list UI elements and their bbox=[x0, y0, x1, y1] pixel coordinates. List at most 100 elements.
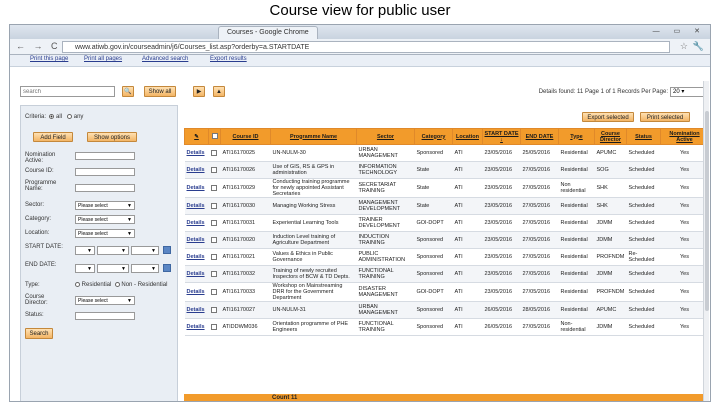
row-select[interactable] bbox=[208, 248, 221, 266]
row-checkbox[interactable] bbox=[210, 323, 217, 330]
details-link[interactable]: Details bbox=[184, 178, 209, 198]
row-select[interactable] bbox=[208, 318, 221, 336]
cell-status: Scheduled bbox=[626, 144, 661, 162]
row-select[interactable] bbox=[208, 144, 221, 162]
nomination-label: Nomination Active: bbox=[25, 152, 56, 164]
browser-tab[interactable]: Courses - Google Chrome bbox=[218, 26, 318, 39]
cell-type: Non residential bbox=[558, 178, 595, 198]
show-options-button[interactable]: Show options bbox=[87, 132, 137, 142]
cell-end-date: 27/05/2016 bbox=[520, 178, 559, 198]
search-icon[interactable]: 🔍 bbox=[122, 86, 134, 97]
url-field[interactable]: www.atiwb.gov.in/courseadmin/j6/Courses_… bbox=[62, 41, 670, 53]
header-nomination-active[interactable]: Nomination Active bbox=[660, 128, 708, 145]
window-controls[interactable]: — ▭ ✕ bbox=[653, 27, 706, 35]
row-select[interactable] bbox=[208, 197, 221, 215]
row-select[interactable] bbox=[208, 282, 221, 302]
header-end-date[interactable]: END DATE bbox=[520, 128, 559, 145]
print-all-link[interactable]: Print all pages bbox=[84, 56, 122, 62]
details-link[interactable]: Details bbox=[184, 265, 209, 283]
row-checkbox[interactable] bbox=[210, 219, 217, 226]
details-link[interactable]: Details bbox=[184, 301, 209, 319]
header-programme-name[interactable]: Programme Name bbox=[270, 128, 357, 145]
category-select[interactable]: Please select ▼ bbox=[75, 215, 135, 224]
details-link[interactable]: Details bbox=[184, 318, 209, 336]
scrollbar-thumb[interactable] bbox=[705, 111, 709, 311]
header-sector[interactable]: Sector bbox=[356, 128, 415, 145]
cell-sector: FUNCTIONAL TRAINING bbox=[356, 265, 415, 283]
row-select[interactable] bbox=[208, 301, 221, 319]
page-scrollbar[interactable] bbox=[703, 81, 709, 401]
cell-category: Sponsored bbox=[414, 248, 453, 266]
details-link[interactable]: Details bbox=[184, 248, 209, 266]
details-link[interactable]: Details bbox=[184, 282, 209, 302]
header-status[interactable]: Status bbox=[626, 128, 661, 145]
records-per-page-select[interactable]: 20 ▾ bbox=[670, 87, 704, 97]
export-selected-button[interactable]: Export selected bbox=[582, 112, 634, 122]
row-checkbox[interactable] bbox=[210, 184, 217, 191]
row-checkbox[interactable] bbox=[210, 306, 217, 313]
header-start-date[interactable]: START DATE ↓ bbox=[482, 128, 521, 145]
header-course-director[interactable]: Course Director bbox=[594, 128, 627, 145]
header-course-id[interactable]: Course ID bbox=[220, 128, 271, 145]
details-link[interactable]: Details bbox=[184, 161, 209, 179]
row-checkbox[interactable] bbox=[210, 236, 217, 243]
row-select[interactable] bbox=[208, 231, 221, 249]
nav-buttons-icon[interactable]: ← → C bbox=[16, 41, 61, 51]
location-select[interactable]: Please select ▼ bbox=[75, 229, 135, 238]
search-button[interactable]: Search bbox=[25, 328, 53, 339]
cell-end-date: 25/05/2016 bbox=[520, 144, 559, 162]
header-category[interactable]: Category bbox=[414, 128, 453, 145]
course-id-field[interactable] bbox=[75, 168, 135, 176]
row-checkbox[interactable] bbox=[210, 253, 217, 260]
details-link[interactable]: Details bbox=[184, 214, 209, 232]
cell-end-date: 27/05/2016 bbox=[520, 214, 559, 232]
cell-course-director: PROFNDM bbox=[594, 248, 627, 266]
settings-wrench-icon[interactable]: 🔧 bbox=[693, 41, 704, 52]
non-residential-radio[interactable] bbox=[114, 282, 120, 287]
status-field[interactable] bbox=[75, 312, 135, 320]
details-link[interactable]: Details bbox=[184, 197, 209, 215]
play-icon[interactable]: ▶ bbox=[193, 86, 205, 97]
up-arrow-icon[interactable]: ▲ bbox=[213, 86, 225, 97]
browser-titlebar: Courses - Google Chrome — ▭ ✕ bbox=[10, 25, 710, 39]
course-director-select[interactable]: Please select ▼ bbox=[75, 296, 135, 305]
nomination-active-field[interactable] bbox=[75, 152, 135, 160]
header-location[interactable]: Location bbox=[452, 128, 483, 145]
programme-name-field[interactable] bbox=[75, 184, 135, 192]
print-selected-button[interactable]: Print selected bbox=[640, 112, 690, 122]
show-all-button[interactable]: Show all bbox=[144, 86, 176, 97]
details-link[interactable]: Details bbox=[184, 144, 209, 162]
start-day-select[interactable]: ▼ bbox=[75, 246, 95, 255]
print-page-link[interactable]: Print this page bbox=[30, 56, 68, 62]
criteria-all-radio[interactable] bbox=[49, 114, 55, 119]
row-select[interactable] bbox=[208, 265, 221, 283]
row-checkbox[interactable] bbox=[210, 149, 217, 156]
header-type[interactable]: Type bbox=[558, 128, 595, 145]
end-month-select[interactable]: ▼ bbox=[97, 264, 129, 273]
calendar-icon[interactable] bbox=[163, 246, 171, 254]
bookmark-star-icon[interactable]: ☆ bbox=[680, 41, 688, 52]
residential-radio[interactable] bbox=[75, 282, 80, 287]
calendar-icon[interactable] bbox=[163, 264, 171, 272]
row-select[interactable] bbox=[208, 178, 221, 198]
sector-select[interactable]: Please select ▼ bbox=[75, 201, 135, 210]
end-year-select[interactable]: ▼ bbox=[131, 264, 159, 273]
add-field-button[interactable]: Add Field bbox=[33, 132, 73, 142]
criteria-any-radio[interactable] bbox=[67, 114, 73, 119]
header-select[interactable] bbox=[208, 128, 221, 145]
details-link[interactable]: Details bbox=[184, 231, 209, 249]
advanced-search-link[interactable]: Advanced search bbox=[142, 56, 188, 62]
start-month-select[interactable]: ▼ bbox=[97, 246, 129, 255]
export-results-link[interactable]: Export results bbox=[210, 56, 247, 62]
row-select[interactable] bbox=[208, 214, 221, 232]
start-year-select[interactable]: ▼ bbox=[131, 246, 159, 255]
row-checkbox[interactable] bbox=[210, 202, 217, 209]
row-checkbox[interactable] bbox=[210, 270, 217, 277]
end-day-select[interactable]: ▼ bbox=[75, 264, 95, 273]
row-checkbox[interactable] bbox=[210, 288, 217, 295]
select-all-checkbox[interactable] bbox=[211, 133, 218, 140]
row-checkbox[interactable] bbox=[210, 166, 217, 173]
search-input[interactable] bbox=[20, 86, 115, 97]
row-select[interactable] bbox=[208, 161, 221, 179]
edit-icon[interactable]: ✎ bbox=[194, 134, 199, 140]
